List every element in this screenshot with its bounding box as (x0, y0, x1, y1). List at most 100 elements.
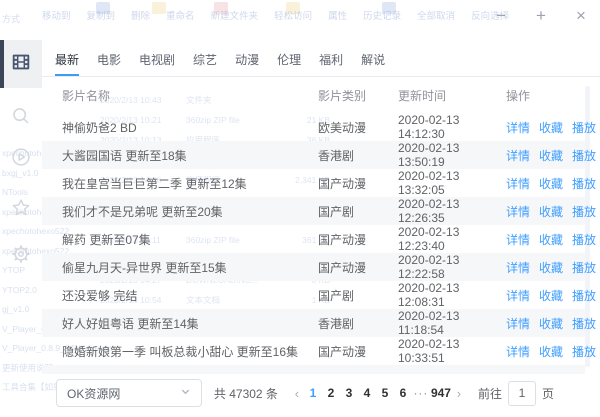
pagination: 共 47302 条 ‹ 123456···947 › 前往 页 (214, 379, 554, 407)
favorite-link[interactable]: 收藏 (539, 259, 563, 276)
detail-link[interactable]: 详情 (506, 147, 530, 164)
sidebar-item-search[interactable] (0, 105, 42, 131)
table-row[interactable]: 神偷奶爸2 BD欧美动漫2020-02-13 14:12:30详情收藏播放 (42, 113, 585, 141)
detail-link[interactable]: 详情 (506, 203, 530, 220)
row-actions: 详情收藏播放 (506, 147, 585, 164)
play-link[interactable]: 播放 (572, 203, 596, 220)
row-actions: 详情收藏播放 (506, 231, 585, 248)
page-number[interactable]: 947 (430, 386, 452, 400)
ghost-toolbar-item: 历史记录 (363, 8, 401, 22)
row-actions: 详情收藏播放 (506, 203, 585, 220)
sidebar-item-player[interactable] (0, 146, 42, 172)
table-header: 影片名称影片类别更新时间操作 (42, 77, 585, 113)
tab-0[interactable]: 最新 (55, 46, 79, 76)
detail-link[interactable]: 详情 (506, 175, 530, 192)
table-row[interactable]: 隐婚新娘第一季 叫板总裁小甜心 更新至16集国产动漫2020-02-13 10:… (42, 337, 585, 365)
video-name: 好人好姐粤语 更新至14集 (42, 315, 318, 332)
ghost-toolbar-icon (286, 2, 300, 14)
video-name: 偷星九月天-异世界 更新至15集 (42, 259, 318, 276)
play-link[interactable]: 播放 (572, 175, 596, 192)
table-row[interactable]: 偷星九月天-异世界 更新至15集国产动漫2020-02-13 12:22:58详… (42, 253, 585, 281)
gear-icon (10, 243, 32, 270)
detail-link[interactable]: 详情 (506, 259, 530, 276)
row-actions: 详情收藏播放 (506, 175, 585, 192)
update-time: 2020-02-13 12:08:31 (398, 281, 506, 309)
table-row[interactable]: 大酱园国语 更新至18集香港剧2020-02-13 13:50:19详情收藏播放 (42, 141, 585, 169)
table-row[interactable]: 我在皇宫当巨巨第二季 更新至12集国产动漫2020-02-13 13:32:05… (42, 169, 585, 197)
source-select[interactable]: OK资源网 (56, 379, 202, 407)
detail-link[interactable]: 详情 (506, 119, 530, 136)
favorite-link[interactable]: 收藏 (539, 119, 563, 136)
column-header: 影片名称 (42, 87, 318, 104)
table-row[interactable]: 解药 更新至07集国产动漫2020-02-13 12:23:40详情收藏播放 (42, 225, 585, 253)
video-name: 隐婚新娘第一季 叫板总裁小甜心 更新至16集 (42, 343, 318, 360)
play-link[interactable]: 播放 (572, 231, 596, 248)
sidebar-item-library[interactable] (0, 40, 42, 88)
play-link[interactable]: 播放 (572, 259, 596, 276)
play-link[interactable]: 播放 (572, 287, 596, 304)
row-actions: 详情收藏播放 (506, 119, 585, 136)
video-category: 国产动漫 (318, 259, 398, 276)
column-header: 操作 (506, 87, 585, 104)
ghost-toolbar-item: 复制到 (87, 8, 116, 22)
app-window: 方式 移动到复制到删除重命名新建文件夹轻松访问属性历史记录全部取消反向选择 xp… (0, 0, 600, 417)
prev-page-button[interactable]: ‹ (290, 386, 304, 401)
favorite-link[interactable]: 收藏 (539, 203, 563, 220)
ghost-toolbar-icon (382, 2, 396, 14)
minimize-button[interactable]: − (492, 6, 510, 26)
page-number[interactable]: 2 (322, 386, 340, 400)
page-number[interactable]: 1 (304, 386, 322, 400)
play-link[interactable]: 播放 (572, 343, 596, 360)
page-number[interactable]: 4 (358, 386, 376, 400)
goto-page-input[interactable] (508, 381, 536, 406)
video-category: 香港剧 (318, 315, 398, 332)
favorite-link[interactable]: 收藏 (539, 315, 563, 332)
tab-7[interactable]: 解说 (361, 46, 385, 76)
tab-4[interactable]: 动漫 (235, 46, 259, 76)
row-actions: 详情收藏播放 (506, 315, 585, 332)
ghost-toolbar-item: 属性 (328, 8, 347, 22)
ghost-toolbar-icon (96, 2, 110, 14)
ghost-toolbar-item: 轻松访问 (274, 8, 312, 22)
table-row[interactable]: 好人好姐粤语 更新至14集香港剧2020-02-13 11:18:54详情收藏播… (42, 309, 585, 337)
page-number[interactable]: 6 (394, 386, 412, 400)
play-link[interactable]: 播放 (572, 315, 596, 332)
page-number[interactable]: 5 (376, 386, 394, 400)
sidebar-item-favorites[interactable] (0, 197, 42, 223)
goto-unit: 页 (542, 385, 554, 402)
play-link[interactable]: 播放 (572, 147, 596, 164)
maximize-button[interactable]: + (532, 6, 550, 26)
next-page-button[interactable]: › (452, 386, 466, 401)
detail-link[interactable]: 详情 (506, 231, 530, 248)
detail-link[interactable]: 详情 (506, 315, 530, 332)
favorite-link[interactable]: 收藏 (539, 287, 563, 304)
play-link[interactable]: 播放 (572, 119, 596, 136)
tab-6[interactable]: 福利 (319, 46, 343, 76)
table-body: 神偷奶爸2 BD欧美动漫2020-02-13 14:12:30详情收藏播放大酱园… (42, 113, 585, 365)
detail-link[interactable]: 详情 (506, 343, 530, 360)
favorite-link[interactable]: 收藏 (539, 175, 563, 192)
page-numbers: 123456···947 (304, 386, 452, 400)
sidebar-item-settings[interactable] (0, 243, 42, 269)
favorite-link[interactable]: 收藏 (539, 231, 563, 248)
tab-2[interactable]: 电视剧 (139, 46, 175, 76)
ghost-toolbar-item: 移动到 (42, 8, 71, 22)
video-category: 国产剧 (318, 287, 398, 304)
detail-link[interactable]: 详情 (506, 287, 530, 304)
favorite-link[interactable]: 收藏 (539, 343, 563, 360)
column-header: 影片类别 (318, 87, 398, 104)
video-name: 我们才不是兄弟呢 更新至20集 (42, 203, 318, 220)
titlebar-controls: − + × (492, 6, 590, 26)
search-icon (10, 105, 32, 132)
tab-5[interactable]: 伦理 (277, 46, 301, 76)
table-row[interactable]: 我们才不是兄弟呢 更新至20集国产剧2020-02-13 12:26:35详情收… (42, 197, 585, 225)
close-button[interactable]: × (572, 6, 590, 26)
page-number[interactable]: 3 (340, 386, 358, 400)
star-icon (10, 197, 32, 224)
favorite-link[interactable]: 收藏 (539, 147, 563, 164)
tab-1[interactable]: 电影 (97, 46, 121, 76)
tab-3[interactable]: 综艺 (193, 46, 217, 76)
video-category: 国产动漫 (318, 175, 398, 192)
table-row[interactable]: 还没爱够 完结国产剧2020-02-13 12:08:31详情收藏播放 (42, 281, 585, 309)
goto-page: 前往 页 (478, 381, 554, 406)
